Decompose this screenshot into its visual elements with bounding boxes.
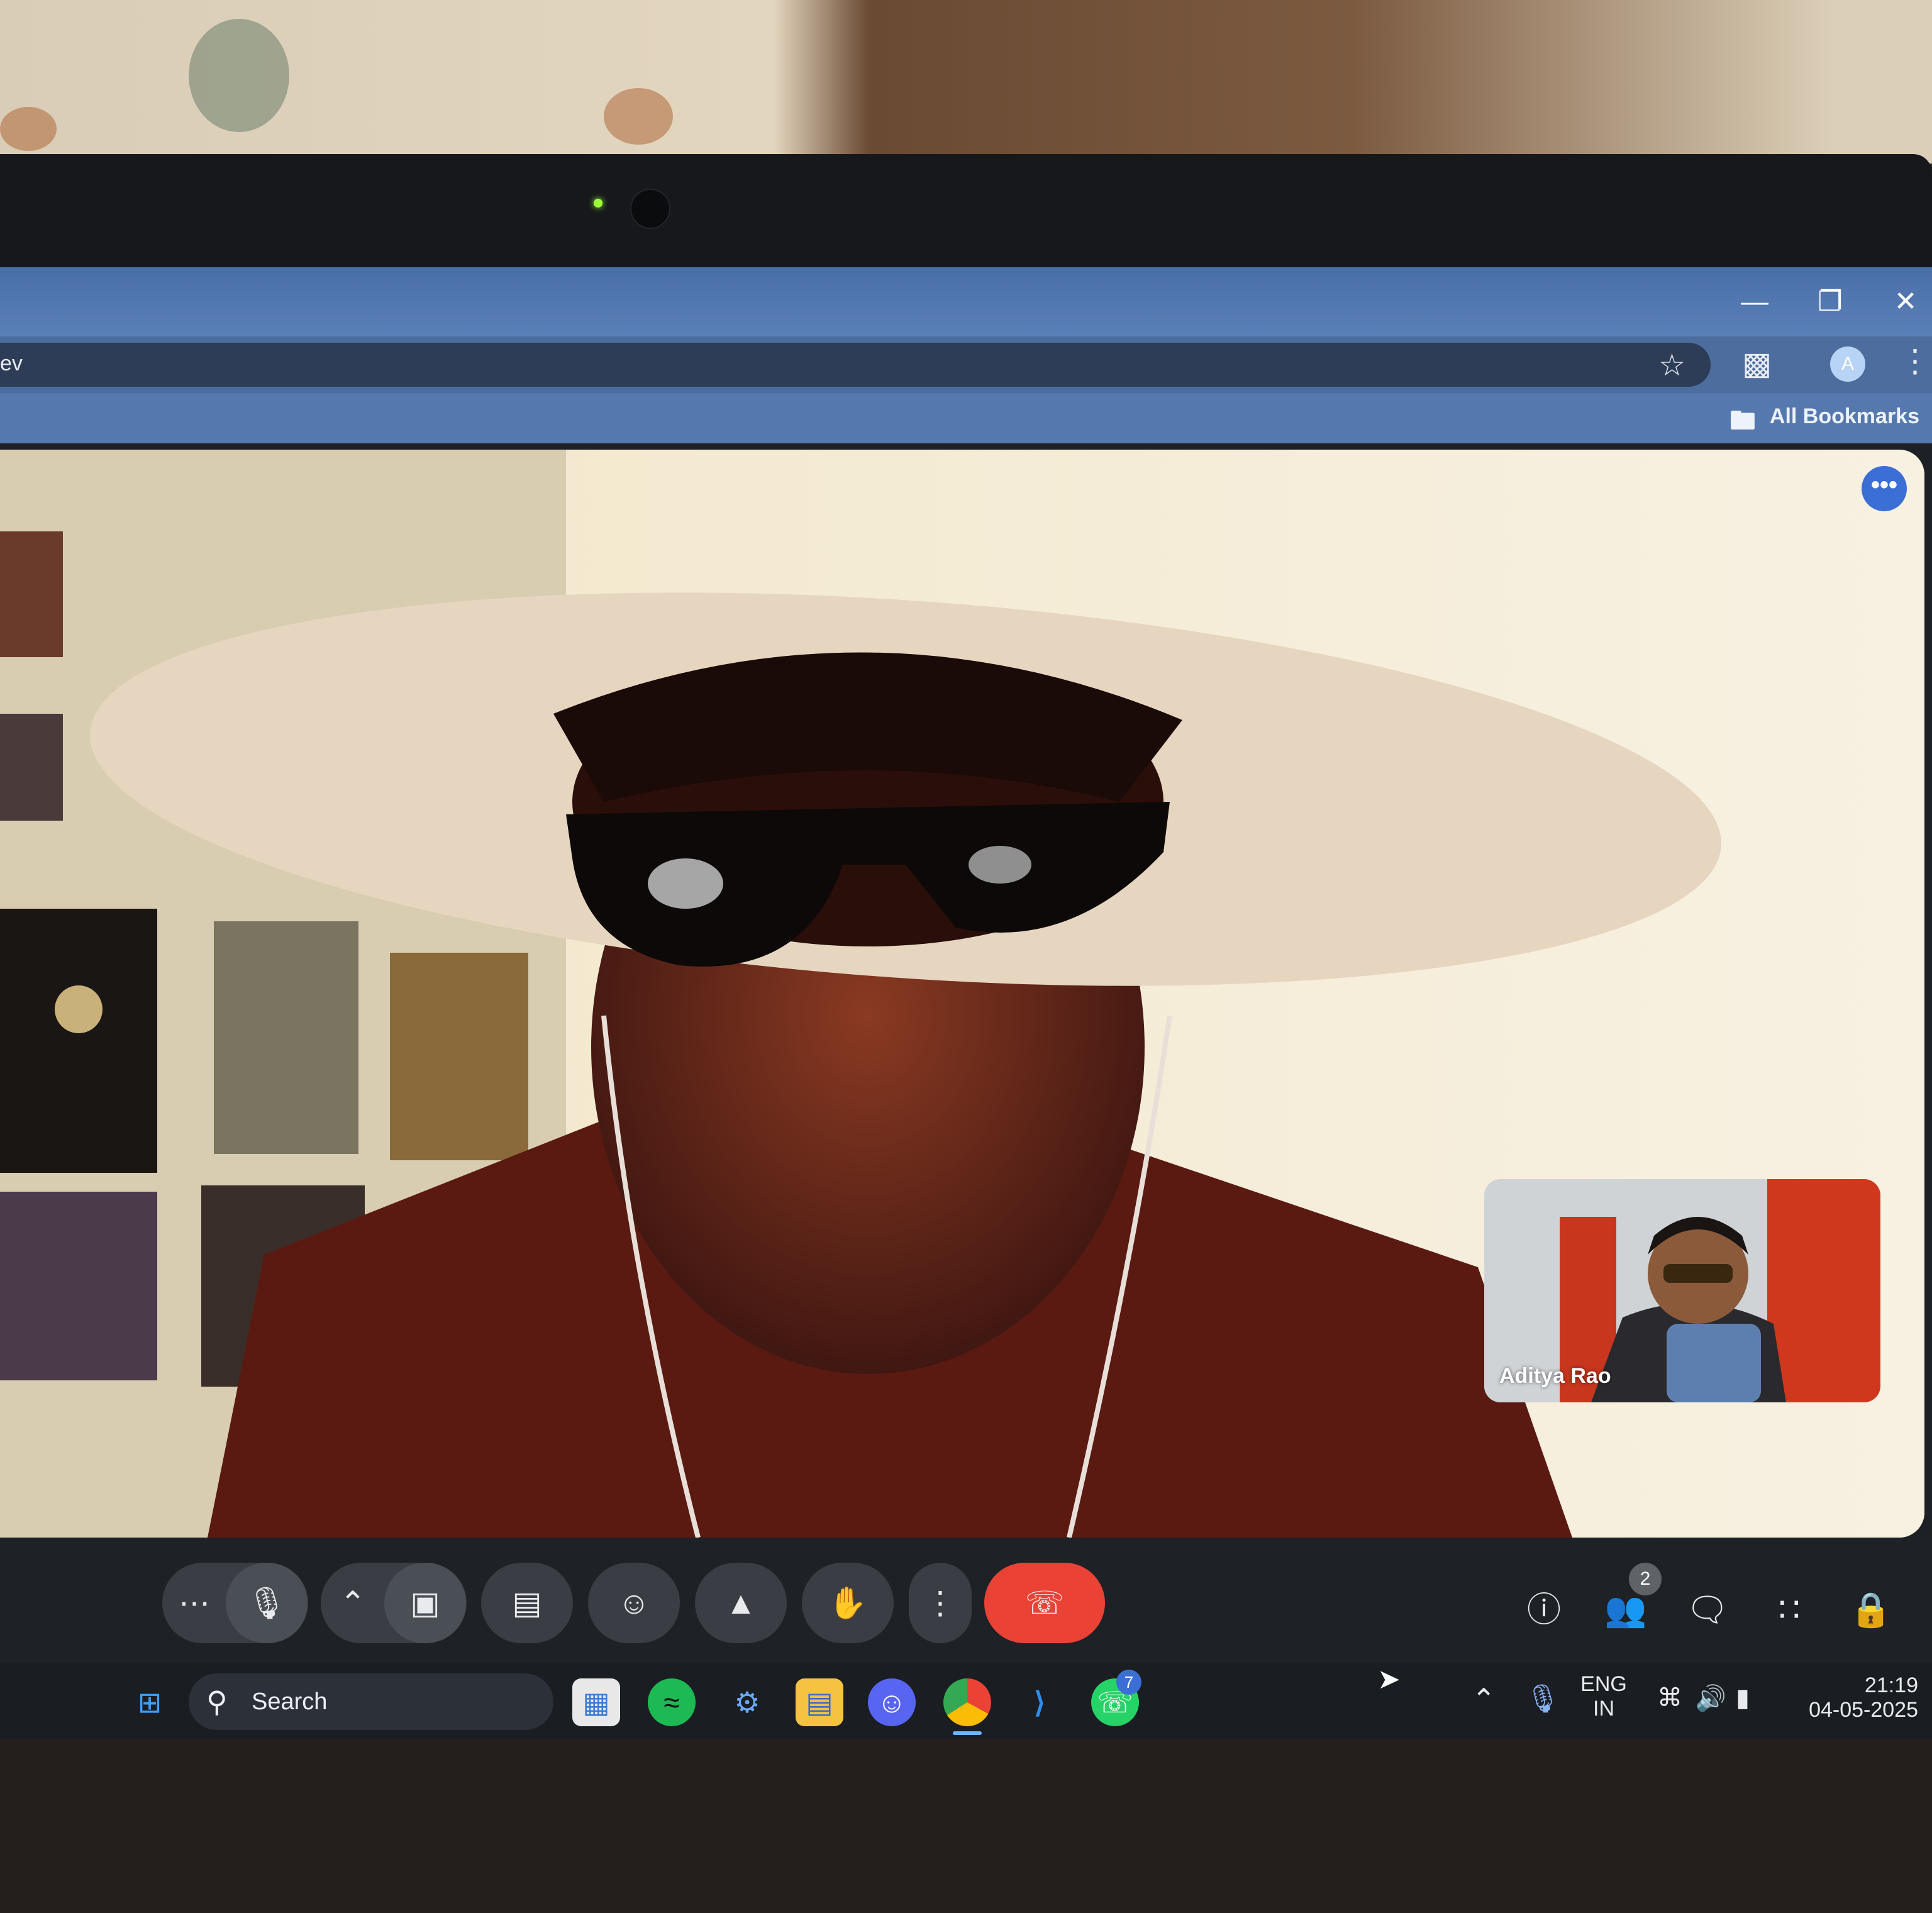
laptop-deck — [0, 1739, 1932, 1913]
bookmarks-bar: 🖿 All Bookmarks — [0, 393, 1932, 443]
minimize-icon[interactable]: — — [1733, 280, 1777, 324]
end-call-button[interactable]: ☏ — [984, 1563, 1105, 1643]
chat-icon[interactable]: 🗨 — [1679, 1582, 1736, 1638]
battery-icon[interactable]: ▮ — [1736, 1683, 1750, 1712]
mic-icon[interactable]: 🎙 — [226, 1563, 308, 1643]
mouse-cursor-icon: ➤ — [1377, 1664, 1401, 1695]
people-icon[interactable]: 👥 — [1597, 1582, 1654, 1638]
discord-icon[interactable]: ☺ — [868, 1678, 916, 1726]
raise-hand-icon: ✋ — [828, 1585, 868, 1621]
webcam-light-icon — [594, 199, 602, 208]
tray-mic-icon[interactable]: 🎙 — [1525, 1682, 1560, 1715]
file-explorer-icon[interactable]: ▤ — [796, 1678, 843, 1726]
meet-stage: ••• Aditya Rao — [0, 450, 1924, 1538]
browser-titlebar: — ❐ ✕ — [0, 267, 1932, 336]
more-actions-button[interactable]: ⋮ — [909, 1563, 972, 1643]
clock[interactable]: 21:19 04-05-2025 — [1780, 1673, 1918, 1722]
close-icon[interactable]: ✕ — [1884, 280, 1928, 324]
emoji-icon: ☺ — [618, 1585, 650, 1621]
captions-icon: ▤ — [512, 1585, 542, 1621]
raise-hand-button[interactable]: ✋ — [802, 1563, 894, 1643]
audio-settings-group: ⋯ 🎙 — [162, 1563, 308, 1643]
language-indicator[interactable]: ENG IN — [1575, 1672, 1632, 1721]
browser-toolbar: ev ☆ ▩ A ⋮ — [0, 336, 1932, 393]
browser-menu-icon[interactable]: ⋮ — [1899, 343, 1931, 379]
meet-controls-bar: ⋯ 🎙 ⌃ ▣ ▤ ☺ ▲ ✋ ⋮ ☏ ⓘ 2 👥 🗨 ∷ 🔒 — [0, 1538, 1932, 1663]
more-icon[interactable]: ⋯ — [163, 1585, 226, 1621]
settings-icon[interactable]: ⚙ — [723, 1678, 771, 1726]
captions-button[interactable]: ▤ — [481, 1563, 573, 1643]
time-text: 21:19 — [1864, 1673, 1918, 1697]
bookmark-star-icon[interactable]: ☆ — [1658, 348, 1685, 383]
address-bar[interactable]: ev ☆ — [0, 343, 1711, 387]
vscode-icon[interactable]: ⟩ — [1016, 1678, 1063, 1726]
tray-chevron-icon[interactable]: ⌃ — [1472, 1682, 1496, 1716]
date-text: 04-05-2025 — [1809, 1698, 1918, 1722]
active-app-indicator — [953, 1731, 982, 1735]
camera-icon[interactable]: ▣ — [384, 1563, 466, 1643]
address-text: ev — [0, 352, 23, 375]
apps-icon[interactable]: ∷ — [1761, 1582, 1818, 1638]
webcam-icon — [630, 189, 670, 229]
volume-icon[interactable]: 🔊 — [1695, 1683, 1726, 1713]
host-controls-icon[interactable]: 🔒 — [1843, 1582, 1899, 1638]
room-background — [0, 0, 1932, 164]
spotify-icon[interactable]: ≈ — [648, 1678, 696, 1726]
present-button[interactable]: ▲ — [695, 1563, 787, 1643]
language-line2: IN — [1593, 1697, 1614, 1721]
extensions-icon[interactable]: ▩ — [1742, 345, 1772, 382]
taskbar-search[interactable]: ⚲ Search — [189, 1673, 553, 1730]
start-icon[interactable]: ⊞ — [126, 1678, 174, 1726]
all-bookmarks-link[interactable]: All Bookmarks — [1770, 404, 1919, 429]
more-vert-icon: ⋮ — [924, 1585, 956, 1621]
search-icon: ⚲ — [206, 1685, 228, 1718]
self-view-tile[interactable]: Aditya Rao — [1484, 1179, 1880, 1402]
folder-icon: 🖿 — [1729, 406, 1756, 435]
info-icon[interactable]: ⓘ — [1516, 1582, 1572, 1638]
wifi-icon[interactable]: ⌘ — [1657, 1683, 1682, 1712]
whatsapp-badge: 7 — [1116, 1670, 1141, 1695]
chrome-icon[interactable] — [943, 1678, 991, 1726]
restore-icon[interactable]: ❐ — [1808, 280, 1852, 324]
windows-taskbar: ⊞ ⚲ Search ▦ ≈ ⚙ ▤ ☺ ⟩ ☏ 7 ➤ ⌃ 🎙 ENG IN … — [0, 1663, 1932, 1739]
chevron-up-icon[interactable]: ⌃ — [321, 1585, 384, 1621]
store-icon[interactable]: ▦ — [572, 1678, 620, 1726]
search-placeholder: Search — [252, 1688, 328, 1715]
profile-avatar[interactable]: A — [1830, 347, 1865, 382]
video-settings-group: ⌃ ▣ — [321, 1563, 467, 1643]
self-name-label: Aditya Rao — [1499, 1364, 1611, 1388]
language-line1: ENG — [1580, 1672, 1627, 1696]
more-options-button[interactable]: ••• — [1862, 466, 1907, 511]
emoji-button[interactable]: ☺ — [588, 1563, 680, 1643]
present-icon: ▲ — [725, 1585, 757, 1621]
end-call-icon: ☏ — [1024, 1585, 1065, 1621]
laptop-screen: — ❐ ✕ ev ☆ ▩ A ⋮ 🖿 All Bookmarks ••• Adi… — [0, 267, 1932, 1739]
